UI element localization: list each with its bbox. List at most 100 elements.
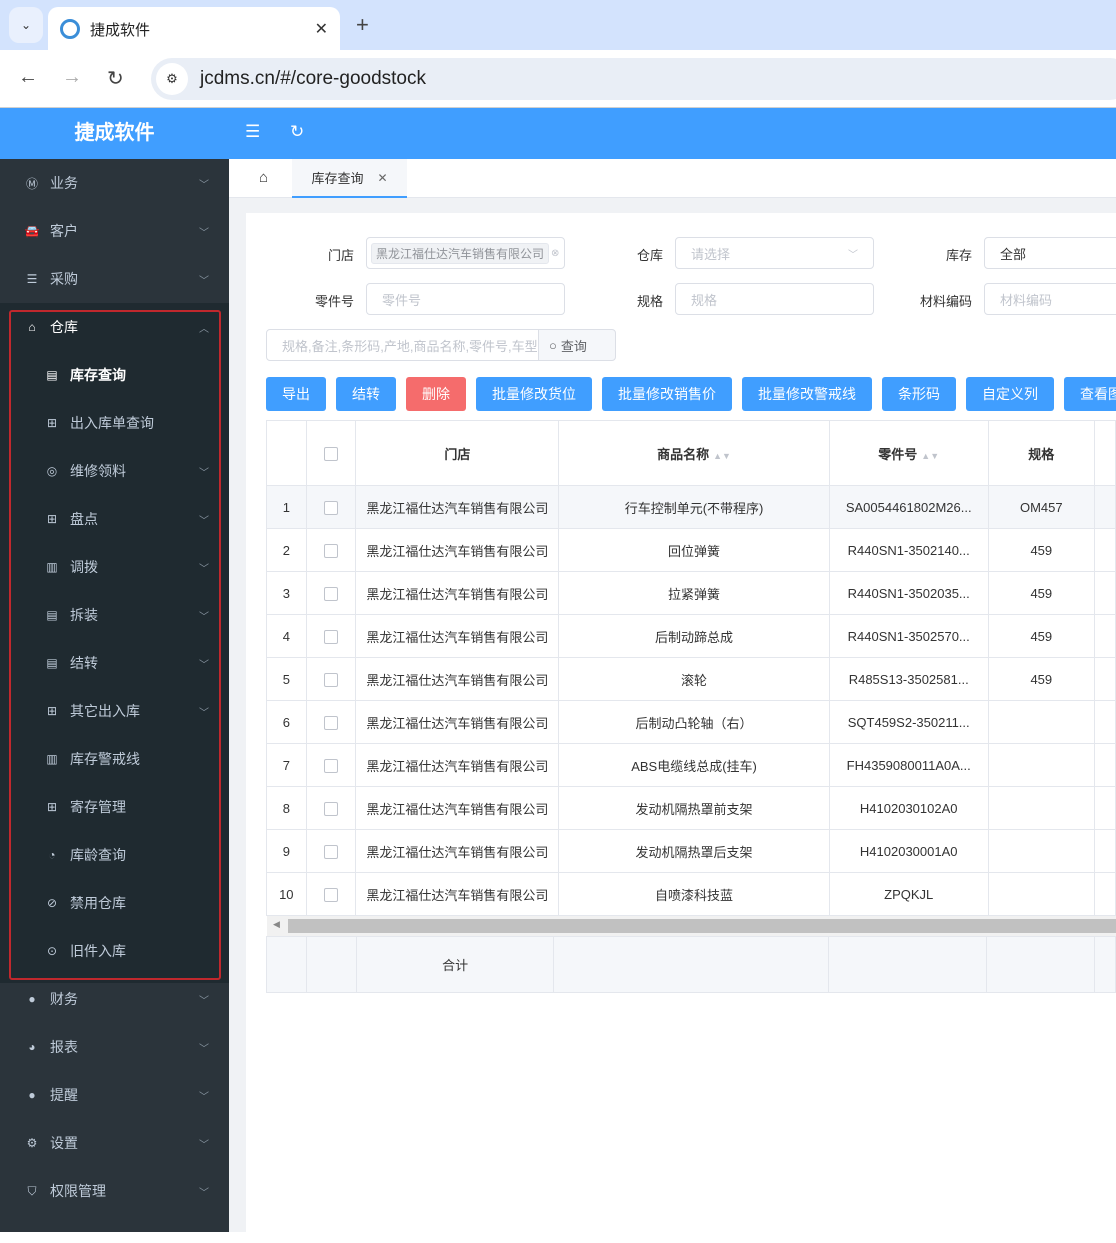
- sort-icon[interactable]: ▲▼: [713, 451, 731, 461]
- action-button[interactable]: 结转: [336, 377, 396, 411]
- col-label: 商品名称: [657, 446, 710, 462]
- select-all-header[interactable]: [305, 420, 357, 486]
- sidebar-item[interactable]: ⊞ 盘点 ﹀: [0, 495, 229, 543]
- table-row[interactable]: 3 黑龙江福仕达汽车销售有限公司 拉紧弹簧 R440SN1-3502035...…: [266, 571, 1116, 615]
- reload-icon[interactable]: ↻: [107, 66, 124, 91]
- sidebar-item[interactable]: ● 提醒 ﹀: [0, 1071, 229, 1119]
- sidebar-item[interactable]: ☰ 采购 ﹀: [0, 255, 229, 303]
- action-button[interactable]: 删除: [406, 377, 466, 411]
- row-select[interactable]: [305, 872, 357, 916]
- row-checkbox[interactable]: [323, 672, 338, 687]
- sidebar-item[interactable]: ▤ 拆装 ﹀: [0, 591, 229, 639]
- action-button[interactable]: 查看图: [1064, 377, 1116, 411]
- scroll-left-icon[interactable]: ◀: [273, 919, 280, 930]
- sidebar-item[interactable]: ⊞ 寄存管理: [0, 783, 229, 831]
- sidebar-item[interactable]: ● 财务 ﹀: [0, 975, 229, 1023]
- sidebar-item[interactable]: ⊘ 禁用仓库: [0, 879, 229, 927]
- action-button[interactable]: 条形码: [882, 377, 956, 411]
- row-select[interactable]: [305, 571, 357, 615]
- tab-search-button[interactable]: ⌄: [9, 7, 43, 43]
- row-select[interactable]: [305, 700, 357, 744]
- refresh-icon[interactable]: ↻: [290, 122, 304, 142]
- action-button[interactable]: 导出: [266, 377, 326, 411]
- stock-select[interactable]: 全部: [984, 237, 1116, 269]
- row-checkbox[interactable]: [323, 715, 338, 730]
- row-checkbox[interactable]: [323, 629, 338, 644]
- close-tab-icon[interactable]: ✕: [315, 19, 328, 39]
- row-checkbox[interactable]: [323, 801, 338, 816]
- material-input[interactable]: 材料编码: [984, 283, 1116, 315]
- action-button[interactable]: 自定义列: [966, 377, 1054, 411]
- action-button[interactable]: 批量修改货位: [476, 377, 592, 411]
- close-tag-icon[interactable]: ✕: [377, 171, 387, 185]
- horizontal-scrollbar[interactable]: ◀: [267, 916, 1116, 936]
- search-button[interactable]: ○ 查询: [538, 329, 616, 361]
- sidebar-item[interactable]: ⌂ 仓库 ︿: [0, 303, 229, 351]
- row-select[interactable]: [305, 786, 357, 830]
- col-product-name[interactable]: 商品名称 ▲▼: [558, 420, 830, 486]
- row-select[interactable]: [305, 528, 357, 572]
- spec-input[interactable]: 规格: [675, 283, 874, 315]
- col-part-no[interactable]: 零件号 ▲▼: [828, 420, 989, 486]
- row-checkbox[interactable]: [323, 543, 338, 558]
- row-checkbox[interactable]: [323, 758, 338, 773]
- sidebar-item[interactable]: ⛉ 权限管理 ﹀: [0, 1167, 229, 1215]
- address-bar[interactable]: ⚙ jcdms.cn/#/core-goodstock: [151, 58, 1116, 100]
- store-select[interactable]: 黑龙江福仕达汽车销售有限公司 ⊗: [366, 237, 565, 269]
- collapse-menu-icon[interactable]: ☰: [245, 122, 260, 142]
- site-info-icon[interactable]: ⚙: [156, 63, 188, 95]
- sidebar-item[interactable]: ▥ 调拨 ﹀: [0, 543, 229, 591]
- cell-product-name: 发动机隔热罩后支架: [558, 829, 830, 873]
- scrollbar-thumb[interactable]: [288, 919, 1116, 933]
- action-button[interactable]: 批量修改警戒线: [742, 377, 872, 411]
- browser-tab[interactable]: 捷成软件 ✕: [48, 7, 340, 51]
- sidebar-item-label: 提醒: [50, 1087, 78, 1103]
- sidebar-item[interactable]: ⊞ 出入库单查询: [0, 399, 229, 447]
- new-tab-button[interactable]: +: [356, 12, 369, 38]
- back-icon[interactable]: ←: [18, 66, 38, 89]
- browser-tabstrip: ⌄ 捷成软件 ✕ +: [0, 0, 1116, 51]
- part-input[interactable]: 零件号: [366, 283, 565, 315]
- home-icon[interactable]: ⌂: [259, 169, 268, 186]
- row-checkbox[interactable]: [323, 586, 338, 601]
- warehouse-select[interactable]: 请选择 ﹀: [675, 237, 874, 269]
- table-row[interactable]: 9 黑龙江福仕达汽车销售有限公司 发动机隔热罩后支架 H4102030001A0: [266, 829, 1116, 873]
- sidebar-item[interactable]: 🚘 客户 ﹀: [0, 207, 229, 255]
- row-checkbox[interactable]: [323, 844, 338, 859]
- table-row[interactable]: 7 黑龙江福仕达汽车销售有限公司 ABS电缆线总成(挂车) FH43590800…: [266, 743, 1116, 787]
- sidebar-item[interactable]: ◎ 维修领料 ﹀: [0, 447, 229, 495]
- table-row[interactable]: 4 黑龙江福仕达汽车销售有限公司 后制动蹄总成 R440SN1-3502570.…: [266, 614, 1116, 658]
- row-select[interactable]: [305, 657, 357, 701]
- cell-spec: 459: [987, 528, 1095, 572]
- row-select[interactable]: [305, 485, 357, 529]
- grid-icon: ⊞: [46, 800, 58, 814]
- select-all-checkbox[interactable]: [323, 446, 338, 461]
- forward-icon[interactable]: →: [62, 66, 82, 89]
- table-row[interactable]: 10 黑龙江福仕达汽车销售有限公司 自喷漆科技蓝 ZPQKJL: [266, 872, 1116, 916]
- tag-stock-query[interactable]: 库存查询 ✕: [292, 159, 407, 198]
- sidebar-item[interactable]: Ⓜ 业务 ﹀: [0, 159, 229, 207]
- sort-icon[interactable]: ▲▼: [921, 451, 939, 461]
- row-select[interactable]: [305, 743, 357, 787]
- sidebar-item[interactable]: ◔ 库龄查询: [0, 831, 229, 879]
- sidebar-item[interactable]: ▤ 结转 ﹀: [0, 639, 229, 687]
- sidebar-item[interactable]: ▥ 库存警戒线: [0, 735, 229, 783]
- keyword-search-input[interactable]: 规格,备注,条形码,产地,商品名称,零件号,车型: [266, 329, 540, 361]
- sidebar-item[interactable]: ◕ 报表 ﹀: [0, 1023, 229, 1071]
- row-checkbox[interactable]: [323, 887, 338, 902]
- row-select[interactable]: [305, 614, 357, 658]
- table-row[interactable]: 2 黑龙江福仕达汽车销售有限公司 回位弹簧 R440SN1-3502140...…: [266, 528, 1116, 572]
- action-button[interactable]: 批量修改销售价: [602, 377, 732, 411]
- table-row[interactable]: 8 黑龙江福仕达汽车销售有限公司 发动机隔热罩前支架 H4102030102A0: [266, 786, 1116, 830]
- chevron-icon: ﹀: [199, 467, 209, 479]
- sidebar-item[interactable]: ⚙ 设置 ﹀: [0, 1119, 229, 1167]
- sidebar-item[interactable]: ⊙ 旧件入库: [0, 927, 229, 975]
- clear-tag-icon[interactable]: ⊗: [551, 248, 559, 259]
- table-row[interactable]: 6 黑龙江福仕达汽车销售有限公司 后制动凸轮轴（右） SQT459S2-3502…: [266, 700, 1116, 744]
- sidebar-item[interactable]: ▤ 库存查询: [0, 351, 229, 399]
- row-checkbox[interactable]: [323, 500, 338, 515]
- table-row[interactable]: 5 黑龙江福仕达汽车销售有限公司 滚轮 R485S13-3502581... 4…: [266, 657, 1116, 701]
- table-row[interactable]: 1 黑龙江福仕达汽车销售有限公司 行车控制单元(不带程序) SA00544618…: [266, 485, 1116, 529]
- sidebar-item[interactable]: ⊞ 其它出入库 ﹀: [0, 687, 229, 735]
- row-select[interactable]: [305, 829, 357, 873]
